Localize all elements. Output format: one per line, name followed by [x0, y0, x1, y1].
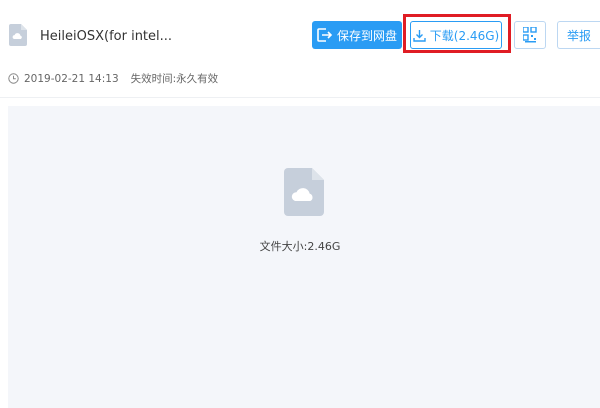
header-divider — [0, 97, 600, 98]
file-preview-panel — [8, 106, 600, 408]
file-title: HeileiOSX(for intel... — [40, 29, 173, 44]
expire-label: 失效时间: — [130, 73, 177, 85]
download-button[interactable]: 下载(2.46G) — [410, 21, 502, 49]
upload-date: 2019-02-21 14:13 — [24, 72, 119, 85]
clock-icon — [8, 73, 19, 84]
file-size-text: 文件大小:2.46G — [259, 240, 341, 253]
report-button-label: 举报 — [566, 28, 591, 43]
save-to-cloud-button[interactable]: 保存到网盘 — [312, 21, 402, 49]
file-cloud-icon — [9, 24, 27, 46]
download-icon — [413, 29, 426, 42]
save-button-label: 保存到网盘 — [336, 28, 397, 43]
download-button-label: 下载(2.46G) — [429, 28, 500, 43]
report-button[interactable]: 举报 — [557, 21, 600, 49]
save-to-disk-icon — [317, 28, 333, 42]
qr-code-icon — [523, 27, 537, 43]
file-header: HeileiOSX(for intel... 保存到网盘 下载(2.46G) 举… — [0, 0, 600, 98]
file-cloud-icon — [284, 168, 324, 216]
qr-code-button[interactable] — [514, 21, 546, 49]
file-meta: 2019-02-21 14:13 失效时间: 永久有效 — [8, 71, 218, 86]
expire-value: 永久有效 — [176, 73, 219, 85]
